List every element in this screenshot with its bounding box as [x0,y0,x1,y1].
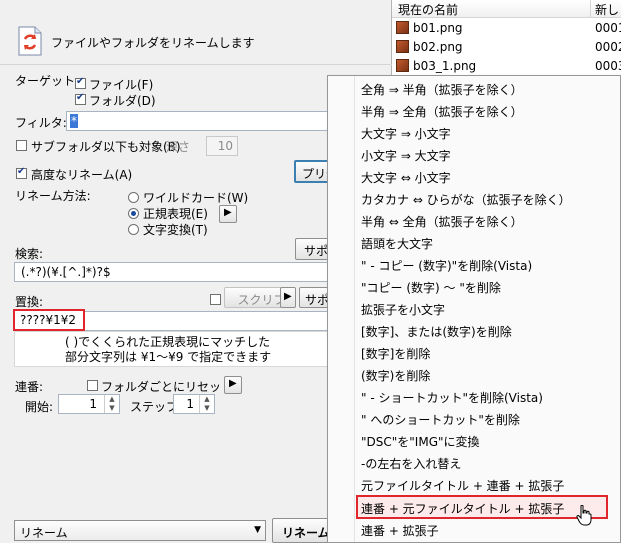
target-file-label[interactable]: ファイル(F) [89,76,153,93]
spinner-icon[interactable]: ▲ ▼ [104,395,119,413]
serial-start-value: 1 [89,397,97,411]
filter-input[interactable]: * [66,111,336,131]
file-new-name: 0002 [595,40,621,54]
search-support-label: サポ [304,244,329,258]
method-label: リネーム方法: [15,189,91,203]
menu-gutter-divider [354,76,355,542]
image-file-icon [396,40,409,53]
file-new-name: 0003 [595,59,621,73]
file-new-name: 0001 [595,21,621,35]
menu-item-highlighted[interactable]: 連番 + 元ファイルタイトル + 拡張子 [356,495,608,519]
column-divider [590,0,591,17]
mode-select[interactable]: リネーム ▼ [14,520,266,541]
column-header-new[interactable]: 新し [595,1,619,18]
chevron-down-icon: ▼ [254,525,261,535]
menu-item[interactable]: " - コピー (数字)"を削除(Vista) [361,257,532,274]
filter-value: * [70,114,78,128]
menu-item[interactable]: 半角 ⇔ 全角（拡張子を除く） [361,213,523,230]
menu-item[interactable]: カタカナ ⇔ ひらがな（拡張子を除く） [361,191,571,208]
depth-input[interactable]: 10 [206,136,238,156]
advanced-checkbox[interactable] [16,166,27,179]
serial-arrow-button[interactable]: ▶ [224,376,242,394]
menu-item[interactable]: (数字)を削除 [361,367,430,384]
replace-value: ????¥1¥2 [20,313,77,327]
menu-item[interactable]: " へのショートカット"を削除 [361,411,520,428]
script-checkbox[interactable] [210,294,221,305]
method-wildcard-radio[interactable] [128,192,139,203]
spinner-icon[interactable]: ▲ ▼ [199,395,214,413]
table-row[interactable]: b03_1.png 0003 [392,57,621,75]
method-convert-radio[interactable] [128,224,139,235]
dialog-title: ファイルやフォルダをリネームします [51,36,255,50]
file-list-header: 現在の名前 新し [392,0,621,18]
method-wildcard-label[interactable]: ワイルドカード(W) [143,189,248,206]
menu-item[interactable]: 元ファイルタイトル + 連番 + 拡張子 [361,477,564,494]
menu-item[interactable]: [数字]を削除 [361,345,430,362]
mouse-cursor-icon [576,504,592,527]
filter-label: フィルタ: [15,116,67,130]
file-name: b01.png [413,21,463,35]
replace-hint-line2: 部分文字列は ¥1～¥9 で指定できます [65,350,272,364]
menu-item-highlighted-label: 連番 + 元ファイルタイトル + 拡張子 [361,502,565,516]
preset-menu: 全角 ⇒ 半角（拡張子を除く） 半角 ⇒ 全角（拡張子を除く） 大文字 ⇒ 小文… [327,75,621,543]
target-folder-label[interactable]: フォルダ(D) [89,92,156,109]
file-name: b03_1.png [413,59,477,73]
method-regex-label[interactable]: 正規表現(E) [143,205,208,222]
method-arrow-button[interactable]: ▶ [219,205,237,223]
play-icon: ▶ [284,291,292,302]
table-row[interactable]: b02.png 0002 [392,38,621,56]
menu-item[interactable]: 半角 ⇒ 全角（拡張子を除く） [361,103,523,120]
serial-step-input[interactable]: 1 ▲ ▼ [173,394,215,414]
advanced-label[interactable]: 高度なリネーム(A) [31,166,132,183]
replace-hint-box: ( )でくくられた正規表現にマッチした 部分文字列は ¥1～¥9 で指定できます [14,331,344,367]
play-icon: ▶ [229,378,237,389]
menu-item[interactable]: 拡張子を小文字 [361,301,445,318]
table-row[interactable]: b01.png 0001 [392,19,621,37]
file-name: b02.png [413,40,463,54]
mode-select-value: リネーム [20,526,68,540]
menu-item[interactable]: 大文字 ⇒ 小文字 [361,125,451,142]
target-file-checkbox[interactable] [75,76,86,89]
search-label: 検索: [15,247,44,261]
menu-item[interactable]: "コピー (数字) ～ "を削除 [361,279,501,296]
serial-reset-label[interactable]: フォルダごとにリセット [101,378,233,395]
replace-support-label: サポ [305,293,330,307]
method-convert-label[interactable]: 文字変換(T) [143,221,208,238]
rename-icon [17,26,43,56]
menu-item[interactable]: 全角 ⇒ 半角（拡張子を除く） [361,81,523,98]
menu-item[interactable]: 小文字 ⇒ 大文字 [361,147,451,164]
play-icon: ▶ [224,207,232,218]
serial-label: 連番: [15,380,44,394]
menu-item[interactable]: [数字]、または(数字)を削除 [361,323,512,340]
menu-item[interactable]: 語頭を大文字 [361,235,433,252]
menu-item[interactable]: 大文字 ⇔ 小文字 [361,169,451,186]
subfolder-label[interactable]: サブフォルダ以下も対象(B) [31,138,181,155]
search-input[interactable]: (.*?)(¥.[^.]*)?$ [14,262,344,282]
replace-label: 置換: [15,295,44,309]
menu-item[interactable]: -の左右を入れ替え [361,455,461,472]
serial-reset-checkbox[interactable] [87,380,98,391]
target-folder-checkbox[interactable] [75,92,86,105]
serial-step-value: 1 [186,397,194,411]
serial-start-input[interactable]: 1 ▲ ▼ [58,394,120,414]
file-list: 現在の名前 新し b01.png 0001 b02.png 0002 b03_1… [392,0,621,81]
script-arrow-button[interactable]: ▶ [280,287,296,308]
serial-start-label: 開始: [25,400,54,414]
target-label: ターゲット: [15,74,80,88]
menu-item[interactable]: "DSC"を"IMG"に変換 [361,433,480,450]
menu-item[interactable]: " - ショートカット"を削除(Vista) [361,389,543,406]
replace-value-highlight: ????¥1¥2 [13,309,85,331]
depth-value: 10 [217,139,233,153]
column-header-name[interactable]: 現在の名前 [398,1,458,18]
depth-label: 深さ [166,140,191,154]
method-regex-radio[interactable] [128,208,139,219]
image-file-icon [396,21,409,34]
subfolder-checkbox[interactable] [16,140,27,151]
header-divider [0,64,392,65]
rename-button-label: リネーム [282,526,330,540]
image-file-icon [396,59,409,72]
search-value: (.*?)(¥.[^.]*)?$ [21,265,111,279]
menu-item[interactable]: 連番 + 拡張子 [361,522,439,539]
